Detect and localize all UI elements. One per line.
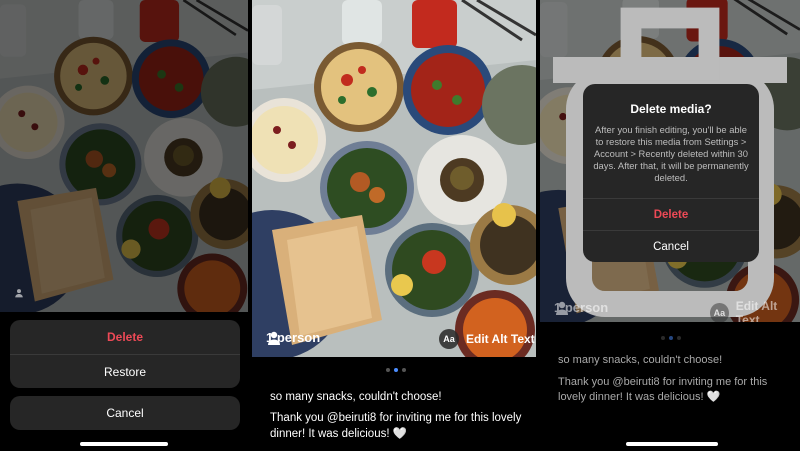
screen-post-view: 1 person Aa Edit Alt Text so many snacks… — [252, 0, 536, 451]
alt-text-label: Edit Alt Text — [466, 332, 535, 346]
photo-dim-overlay — [0, 0, 248, 312]
screen-delete-sheet: Delete Restore Cancel — [0, 0, 248, 451]
caption-line-2: Thank you @beiruti8 for inviting me for … — [558, 376, 768, 403]
person-icon — [15, 289, 23, 298]
alt-text-label: Edit Alt Text — [735, 299, 778, 322]
post-photo: 1 person Aa Edit Alt Text Delete media? … — [540, 0, 800, 322]
dialog-cancel-button[interactable]: Cancel — [583, 230, 759, 262]
caption-line-1: so many snacks, couldn't choose! — [270, 391, 442, 403]
caption-line-2: Thank you @beiruti8 for inviting me for … — [270, 412, 522, 440]
carousel-dots — [661, 336, 681, 340]
carousel-dot — [661, 336, 665, 340]
cancel-sheet: Cancel — [10, 396, 240, 430]
restore-button[interactable]: Restore — [10, 354, 240, 388]
dialog-title: Delete media? — [630, 102, 712, 116]
dialog-message: After you finish editing, you'll be able… — [593, 124, 749, 183]
tag-people-indicator[interactable]: 1 person — [554, 300, 608, 315]
home-indicator — [80, 442, 168, 446]
post-photo — [0, 0, 248, 312]
alt-text-badge: Aa — [439, 329, 459, 349]
edit-alt-text-button[interactable]: Aa Edit Alt Text — [439, 329, 535, 349]
dialog-delete-button[interactable]: Delete — [583, 198, 759, 230]
person-icon — [556, 301, 568, 315]
carousel-dot — [677, 336, 681, 340]
delete-media-dialog: Delete media? After you finish editing, … — [583, 84, 759, 262]
carousel-dot — [386, 368, 390, 372]
carousel-dot — [402, 368, 406, 372]
action-sheet: Delete Restore — [10, 320, 240, 388]
food-photo-image — [252, 0, 536, 357]
person-icon — [268, 331, 280, 345]
alt-text-badge: Aa — [710, 303, 729, 322]
caption-line-1: so many snacks, couldn't choose! — [558, 354, 723, 366]
cancel-button[interactable]: Cancel — [10, 396, 240, 430]
delete-button[interactable]: Delete — [10, 320, 240, 354]
carousel-dot-active — [394, 368, 398, 372]
carousel-dot-active — [669, 336, 673, 340]
screen-delete-dialog: 1 person Aa Edit Alt Text Delete media? … — [540, 0, 800, 451]
post-photo: 1 person Aa Edit Alt Text — [252, 0, 536, 357]
edit-alt-text-button[interactable]: Aa Edit Alt Text — [710, 299, 800, 322]
home-indicator — [626, 442, 718, 446]
tag-people-indicator[interactable]: 1 person — [266, 330, 320, 345]
carousel-dots — [386, 368, 406, 372]
